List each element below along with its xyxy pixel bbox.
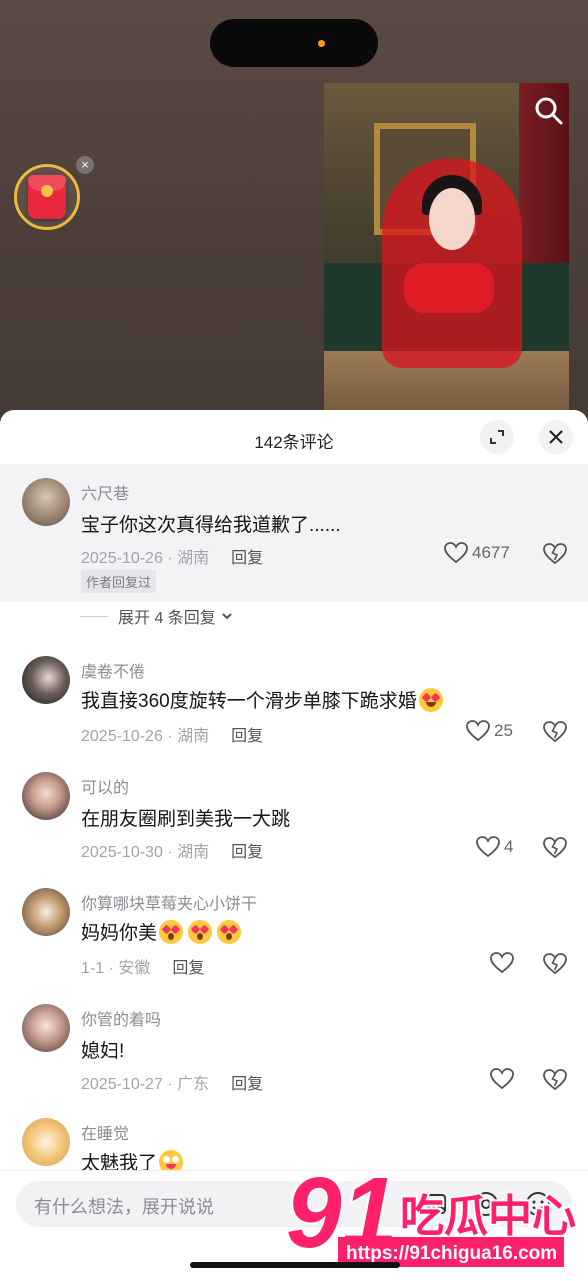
dislike-icon[interactable]: [543, 721, 567, 743]
comment-text: 宝子你这次真得给我道歉了......: [81, 515, 341, 536]
red-packet-icon: [28, 175, 66, 219]
comment-meta: 1-1 · 安徽 回复: [81, 954, 204, 978]
reply-button[interactable]: 回复: [172, 960, 204, 977]
like-count: 25: [494, 721, 513, 740]
like-button[interactable]: [490, 952, 518, 974]
kiss-heart-emoji-icon: [188, 919, 213, 944]
comment-item: 你管的着吗 媳妇! 2025-10-27 · 广东 回复: [0, 994, 588, 1104]
comment-text: 媳妇!: [81, 1041, 125, 1062]
comment-meta: 2025-10-27 · 广东 回复: [81, 1070, 263, 1094]
heart-icon: [476, 836, 500, 858]
comment-text-content: 妈妈你美: [81, 923, 158, 944]
like-count: 4677: [472, 543, 510, 562]
comment-username[interactable]: 你管的着吗: [81, 1006, 161, 1030]
search-icon[interactable]: [534, 96, 564, 126]
heart-icon: [490, 1068, 514, 1090]
expand-icon: [490, 430, 504, 444]
comment-username[interactable]: 在睡觉: [81, 1120, 129, 1144]
comment-date: 2025-10-30 · 湖南: [81, 844, 210, 861]
expand-sheet-button[interactable]: [480, 420, 514, 454]
like-count: 4: [504, 837, 514, 856]
reply-button[interactable]: 回复: [231, 550, 263, 567]
red-packet-close-icon[interactable]: ×: [76, 156, 94, 174]
dislike-icon[interactable]: [543, 1069, 567, 1091]
like-button[interactable]: 25: [466, 720, 513, 742]
comment-username[interactable]: 虞卷不倦: [81, 658, 145, 682]
like-button[interactable]: 4: [476, 836, 513, 858]
home-indicator: [190, 1262, 400, 1268]
recording-indicator: [318, 40, 325, 47]
reply-button[interactable]: 回复: [231, 728, 263, 745]
comment-text-content: 我直接360度旋转一个滑步单膝下跪求婚: [81, 691, 417, 712]
heart-icon: [466, 720, 490, 742]
red-packet-widget[interactable]: [14, 164, 80, 230]
author-replied-badge: 作者回复过: [81, 570, 157, 593]
comment-item: 虞卷不倦 我直接360度旋转一个滑步单膝下跪求婚 2025-10-26 · 湖南…: [0, 646, 588, 756]
comment-item: 可以的 在朋友圈刷到美我一大跳 2025-10-30 · 湖南 回复 4: [0, 762, 588, 872]
expand-replies-label: 展开 4 条回复: [118, 610, 216, 627]
avatar[interactable]: [22, 478, 70, 526]
dynamic-island: [210, 19, 378, 67]
reply-button[interactable]: 回复: [231, 844, 263, 861]
comment-input-placeholder: 有什么想法，展开说说: [34, 1197, 214, 1217]
heart-icon: [490, 952, 514, 974]
close-sheet-button[interactable]: [539, 420, 573, 454]
comment-username[interactable]: 可以的: [81, 774, 129, 798]
comment-meta: 2025-10-30 · 湖南 回复: [81, 838, 263, 862]
avatar[interactable]: [22, 1004, 70, 1052]
heart-icon: [444, 542, 468, 564]
comment-text: 妈妈你美: [81, 918, 242, 945]
gloves-shape: [404, 263, 494, 313]
dislike-icon[interactable]: [543, 953, 567, 975]
watermark-brand-text: 吃瓜中心: [400, 1191, 576, 1242]
kiss-heart-emoji-icon: [217, 919, 242, 944]
comment-item: 你算哪块草莓夹心小饼干 妈妈你美 1-1 · 安徽 回复: [0, 878, 588, 988]
comment-username[interactable]: 你算哪块草莓夹心小饼干: [81, 890, 257, 914]
watermark-url: https://91chigua16.com: [346, 1243, 557, 1264]
face-shape: [429, 188, 475, 250]
video-thumbnail[interactable]: [324, 83, 569, 410]
divider-line: [80, 615, 108, 617]
reply-button[interactable]: 回复: [231, 1076, 263, 1093]
dislike-icon[interactable]: [543, 837, 567, 859]
comment-username[interactable]: 六尺巷: [81, 480, 129, 504]
comment-date: 1-1 · 安徽: [81, 960, 151, 977]
comment-date: 2025-10-26 · 湖南: [81, 728, 210, 745]
avatar[interactable]: [22, 1118, 70, 1166]
like-button[interactable]: 4677: [444, 542, 510, 564]
like-button[interactable]: [490, 1068, 518, 1090]
comment-date: 2025-10-26 · 湖南: [81, 550, 210, 567]
close-icon: [549, 430, 563, 444]
comment-date: 2025-10-27 · 广东: [81, 1076, 210, 1093]
avatar[interactable]: [22, 656, 70, 704]
comment-meta: 2025-10-26 · 湖南 回复: [81, 722, 263, 746]
comment-text: 在朋友圈刷到美我一大跳: [81, 809, 291, 830]
comment-meta: 2025-10-26 · 湖南 回复: [81, 544, 263, 568]
dislike-icon[interactable]: [543, 543, 567, 565]
avatar[interactable]: [22, 888, 70, 936]
heart-eyes-emoji-icon: [418, 687, 443, 712]
kiss-heart-emoji-icon: [159, 919, 184, 944]
watermark-logo: 91 吃瓜中心 https://91chigua16.com: [284, 1155, 578, 1271]
comment-item: 六尺巷 宝子你这次真得给我道歉了...... 2025-10-26 · 湖南 回复…: [0, 464, 588, 602]
comment-text: 我直接360度旋转一个滑步单膝下跪求婚: [81, 686, 443, 713]
avatar[interactable]: [22, 772, 70, 820]
chevron-down-icon: [222, 613, 232, 620]
expand-replies-button[interactable]: 展开 4 条回复: [80, 604, 234, 628]
comment-sheet: 142条评论 六尺巷 宝子你这次真得给我道歉了...... 2025-10-26…: [0, 410, 588, 1280]
